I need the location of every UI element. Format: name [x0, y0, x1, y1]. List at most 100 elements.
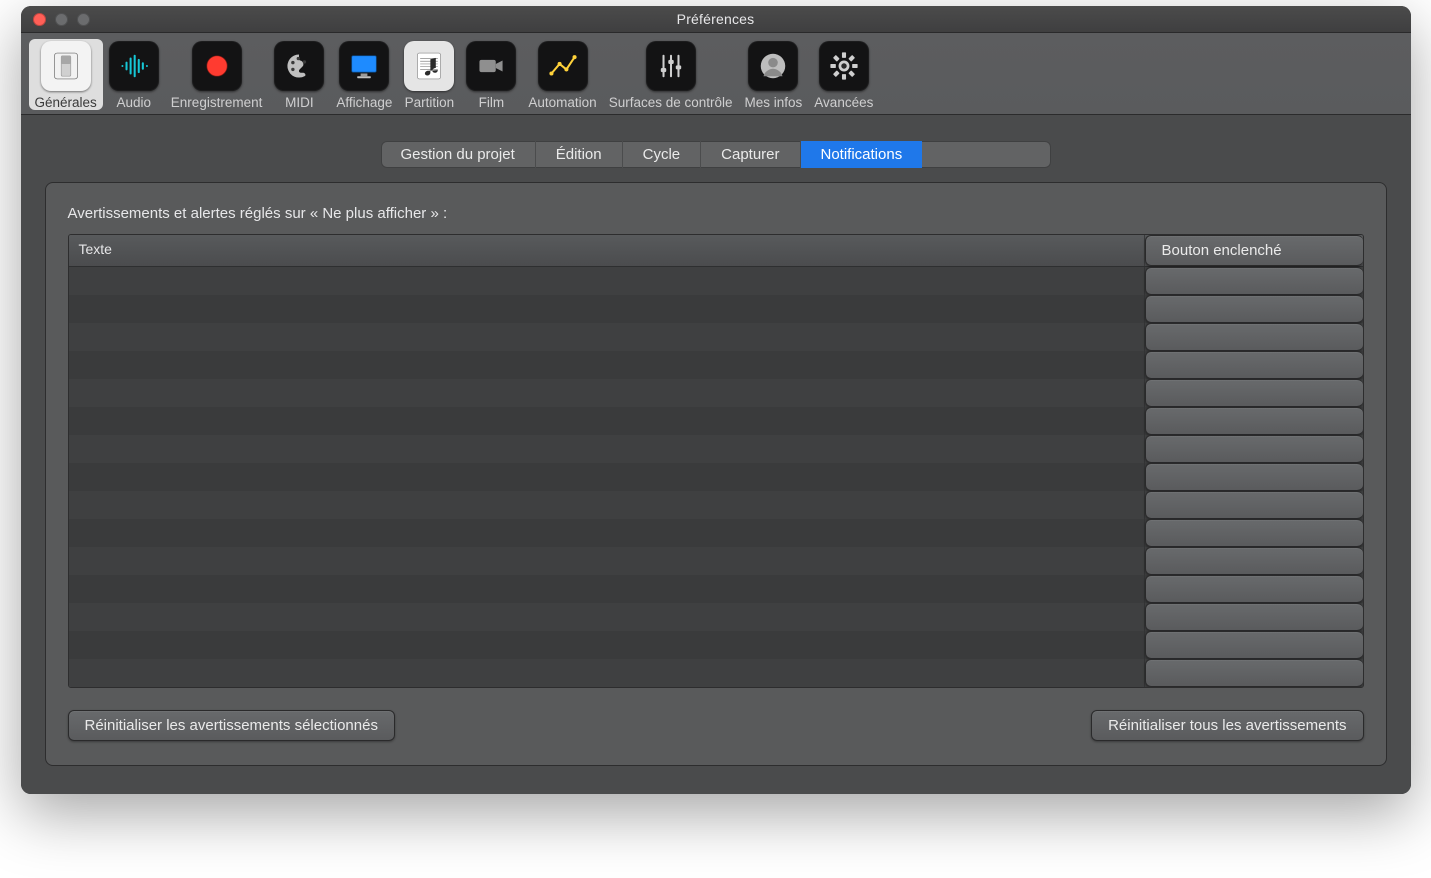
cell-text: [69, 463, 1145, 491]
camera-icon: [466, 41, 516, 91]
table-row[interactable]: [69, 463, 1363, 491]
table-row[interactable]: [69, 575, 1363, 603]
column-header-button[interactable]: Bouton enclenché: [1145, 235, 1363, 266]
table-row[interactable]: [69, 379, 1363, 407]
sliders-icon: [646, 41, 696, 91]
cell-text: [69, 603, 1145, 631]
display-icon: [339, 41, 389, 91]
minimize-button[interactable]: [55, 13, 68, 26]
table-row[interactable]: [69, 295, 1363, 323]
tab-gestion[interactable]: Gestion du projet: [381, 141, 536, 168]
toolbar-item-midi[interactable]: MIDI: [268, 39, 330, 110]
toolbar-item-label: Partition: [405, 95, 455, 110]
table-body[interactable]: [69, 267, 1363, 687]
cell-text: [69, 547, 1145, 575]
tab-cycle[interactable]: Cycle: [623, 141, 702, 168]
toolbar-item-label: Audio: [117, 95, 152, 110]
table-row[interactable]: [69, 547, 1363, 575]
toolbar-item-mesinfos[interactable]: Mes infos: [739, 39, 809, 110]
cell-button: [1145, 267, 1363, 295]
table-row[interactable]: [69, 603, 1363, 631]
table-row[interactable]: [69, 435, 1363, 463]
automation-icon: [538, 41, 588, 91]
cell-text: [69, 631, 1145, 659]
table-row[interactable]: [69, 631, 1363, 659]
tab-notifications[interactable]: Notifications: [801, 141, 923, 168]
window-title: Préférences: [21, 11, 1411, 27]
table-row[interactable]: [69, 351, 1363, 379]
toolbar-item-label: Enregistrement: [171, 95, 263, 110]
zoom-button[interactable]: [77, 13, 90, 26]
cell-button: [1145, 631, 1363, 659]
score-icon: [404, 41, 454, 91]
toolbar-item-generales[interactable]: Générales: [29, 39, 103, 110]
toolbar-item-label: Générales: [35, 95, 97, 110]
cell-text: [69, 379, 1145, 407]
toolbar-item-partition[interactable]: Partition: [398, 39, 460, 110]
cell-button: [1145, 491, 1363, 519]
toolbar-item-label: Automation: [528, 95, 596, 110]
sub-tabs: Gestion du projetÉditionCycleCapturerNot…: [381, 141, 1051, 168]
toolbar-item-automation[interactable]: Automation: [522, 39, 602, 110]
content: Gestion du projetÉditionCycleCapturerNot…: [21, 115, 1411, 794]
table-row[interactable]: [69, 323, 1363, 351]
cell-text: [69, 491, 1145, 519]
preferences-window: Préférences Générales Audio Enregistrement…: [21, 6, 1411, 794]
cell-button: [1145, 463, 1363, 491]
table-header: Texte Bouton enclenché: [69, 235, 1363, 267]
cell-button: [1145, 519, 1363, 547]
titlebar: Préférences: [21, 6, 1411, 33]
switch-icon: [41, 41, 91, 91]
table-row[interactable]: [69, 659, 1363, 687]
toolbar-item-affichage[interactable]: Affichage: [330, 39, 398, 110]
user-icon: [748, 41, 798, 91]
table-row[interactable]: [69, 267, 1363, 295]
cell-button: [1145, 351, 1363, 379]
cell-text: [69, 351, 1145, 379]
toolbar-item-avancees[interactable]: Avancées: [808, 39, 879, 110]
cell-text: [69, 267, 1145, 295]
toolbar-item-film[interactable]: Film: [460, 39, 522, 110]
cell-text: [69, 295, 1145, 323]
cell-text: [69, 435, 1145, 463]
cell-text: [69, 659, 1145, 687]
cell-button: [1145, 659, 1363, 687]
gear-icon: [819, 41, 869, 91]
toolbar-item-label: Surfaces de contrôle: [609, 95, 733, 110]
reset-selected-button[interactable]: Réinitialiser les avertissements sélecti…: [68, 710, 395, 741]
cell-button: [1145, 407, 1363, 435]
cell-text: [69, 323, 1145, 351]
table-row[interactable]: [69, 491, 1363, 519]
toolbar-item-audio[interactable]: Audio: [103, 39, 165, 110]
toolbar-item-label: MIDI: [285, 95, 314, 110]
column-header-text[interactable]: Texte: [69, 235, 1145, 266]
tab-capturer[interactable]: Capturer: [701, 141, 800, 168]
reset-all-button[interactable]: Réinitialiser tous les avertissements: [1091, 710, 1363, 741]
notifications-panel: Avertissements et alertes réglés sur « N…: [45, 182, 1387, 766]
toolbar-item-enregistrement[interactable]: Enregistrement: [165, 39, 269, 110]
toolbar-item-label: Affichage: [336, 95, 392, 110]
toolbar-item-label: Mes infos: [745, 95, 803, 110]
cell-button: [1145, 379, 1363, 407]
table-row[interactable]: [69, 519, 1363, 547]
cell-button: [1145, 323, 1363, 351]
toolbar-item-label: Avancées: [814, 95, 873, 110]
cell-button: [1145, 603, 1363, 631]
table-row[interactable]: [69, 407, 1363, 435]
cell-button: [1145, 547, 1363, 575]
cell-text: [69, 519, 1145, 547]
cell-text: [69, 575, 1145, 603]
cell-button: [1145, 295, 1363, 323]
palette-icon: [274, 41, 324, 91]
toolbar-item-surfaces[interactable]: Surfaces de contrôle: [603, 39, 739, 110]
cell-button: [1145, 575, 1363, 603]
footer: Réinitialiser les avertissements sélecti…: [68, 710, 1364, 741]
tab-edition[interactable]: Édition: [536, 141, 623, 168]
close-button[interactable]: [33, 13, 46, 26]
toolbar-item-label: Film: [479, 95, 505, 110]
waveform-icon: [109, 41, 159, 91]
record-icon: [192, 41, 242, 91]
toolbar: Générales Audio Enregistrement MIDI Affichag…: [21, 33, 1411, 115]
section-title: Avertissements et alertes réglés sur « N…: [68, 205, 1364, 222]
warnings-table: Texte Bouton enclenché: [68, 234, 1364, 688]
